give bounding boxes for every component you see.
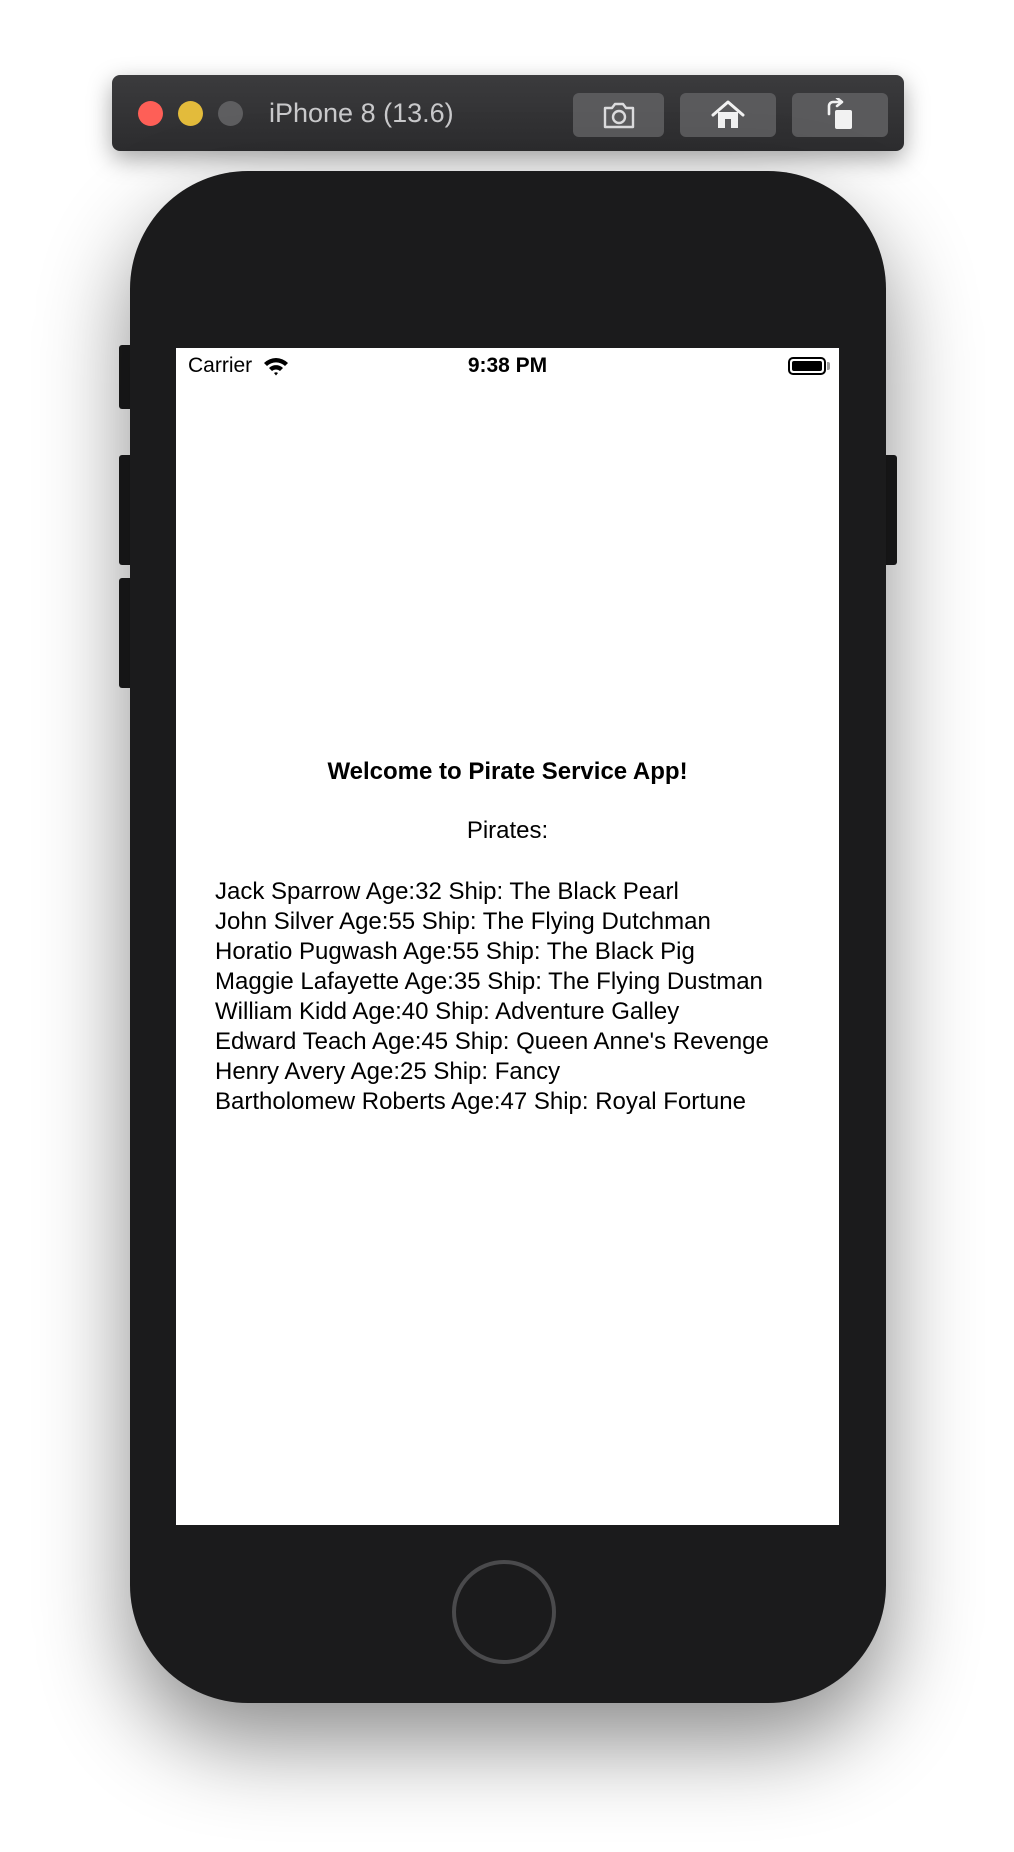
screenshot-button[interactable] — [573, 93, 664, 137]
close-window-button[interactable] — [138, 101, 163, 126]
pirate-item: Maggie Lafayette Age:35 Ship: The Flying… — [215, 968, 763, 995]
pirate-item: William Kidd Age:40 Ship: Adventure Gall… — [215, 998, 680, 1025]
pirate-item: Edward Teach Age:45 Ship: Queen Anne's R… — [215, 1028, 769, 1055]
welcome-heading: Welcome to Pirate Service App! — [327, 758, 688, 785]
minimize-window-button[interactable] — [178, 101, 203, 126]
rotate-button[interactable] — [792, 93, 888, 137]
simulator-title: iPhone 8 (13.6) — [269, 98, 454, 128]
zoom-window-button — [218, 101, 243, 126]
pirate-list: Jack Sparrow Age:32 Ship: The Black Pear… — [215, 877, 769, 1117]
home-toolbar-button[interactable] — [680, 93, 776, 137]
pirate-item: Henry Avery Age:25 Ship: Fancy — [215, 1058, 561, 1085]
home-icon — [711, 100, 745, 128]
battery-icon — [788, 357, 826, 375]
camera-icon — [603, 102, 634, 129]
pirates-label: Pirates: — [466, 817, 549, 844]
status-time: 9:38 PM — [467, 354, 548, 377]
status-bar: Carrier 9:38 PM — [176, 348, 839, 384]
device-screen: Carrier 9:38 PM Welcome to Pirate Servic… — [176, 348, 839, 1525]
battery-nub — [827, 362, 830, 370]
rotate-icon — [827, 98, 852, 129]
pirate-item: Horatio Pugwash Age:55 Ship: The Black P… — [215, 938, 695, 965]
home-button[interactable] — [452, 1560, 556, 1664]
pirate-item: Bartholomew Roberts Age:47 Ship: Royal F… — [215, 1088, 746, 1115]
simulator-window: iPhone 8 (13.6) Carrier 9:38 PM Welcome … — [0, 0, 1014, 1852]
battery-level — [792, 361, 822, 371]
pirate-item: John Silver Age:55 Ship: The Flying Dutc… — [215, 908, 711, 935]
simulator-titlebar: iPhone 8 (13.6) — [112, 75, 904, 151]
pirate-item: Jack Sparrow Age:32 Ship: The Black Pear… — [215, 878, 679, 905]
